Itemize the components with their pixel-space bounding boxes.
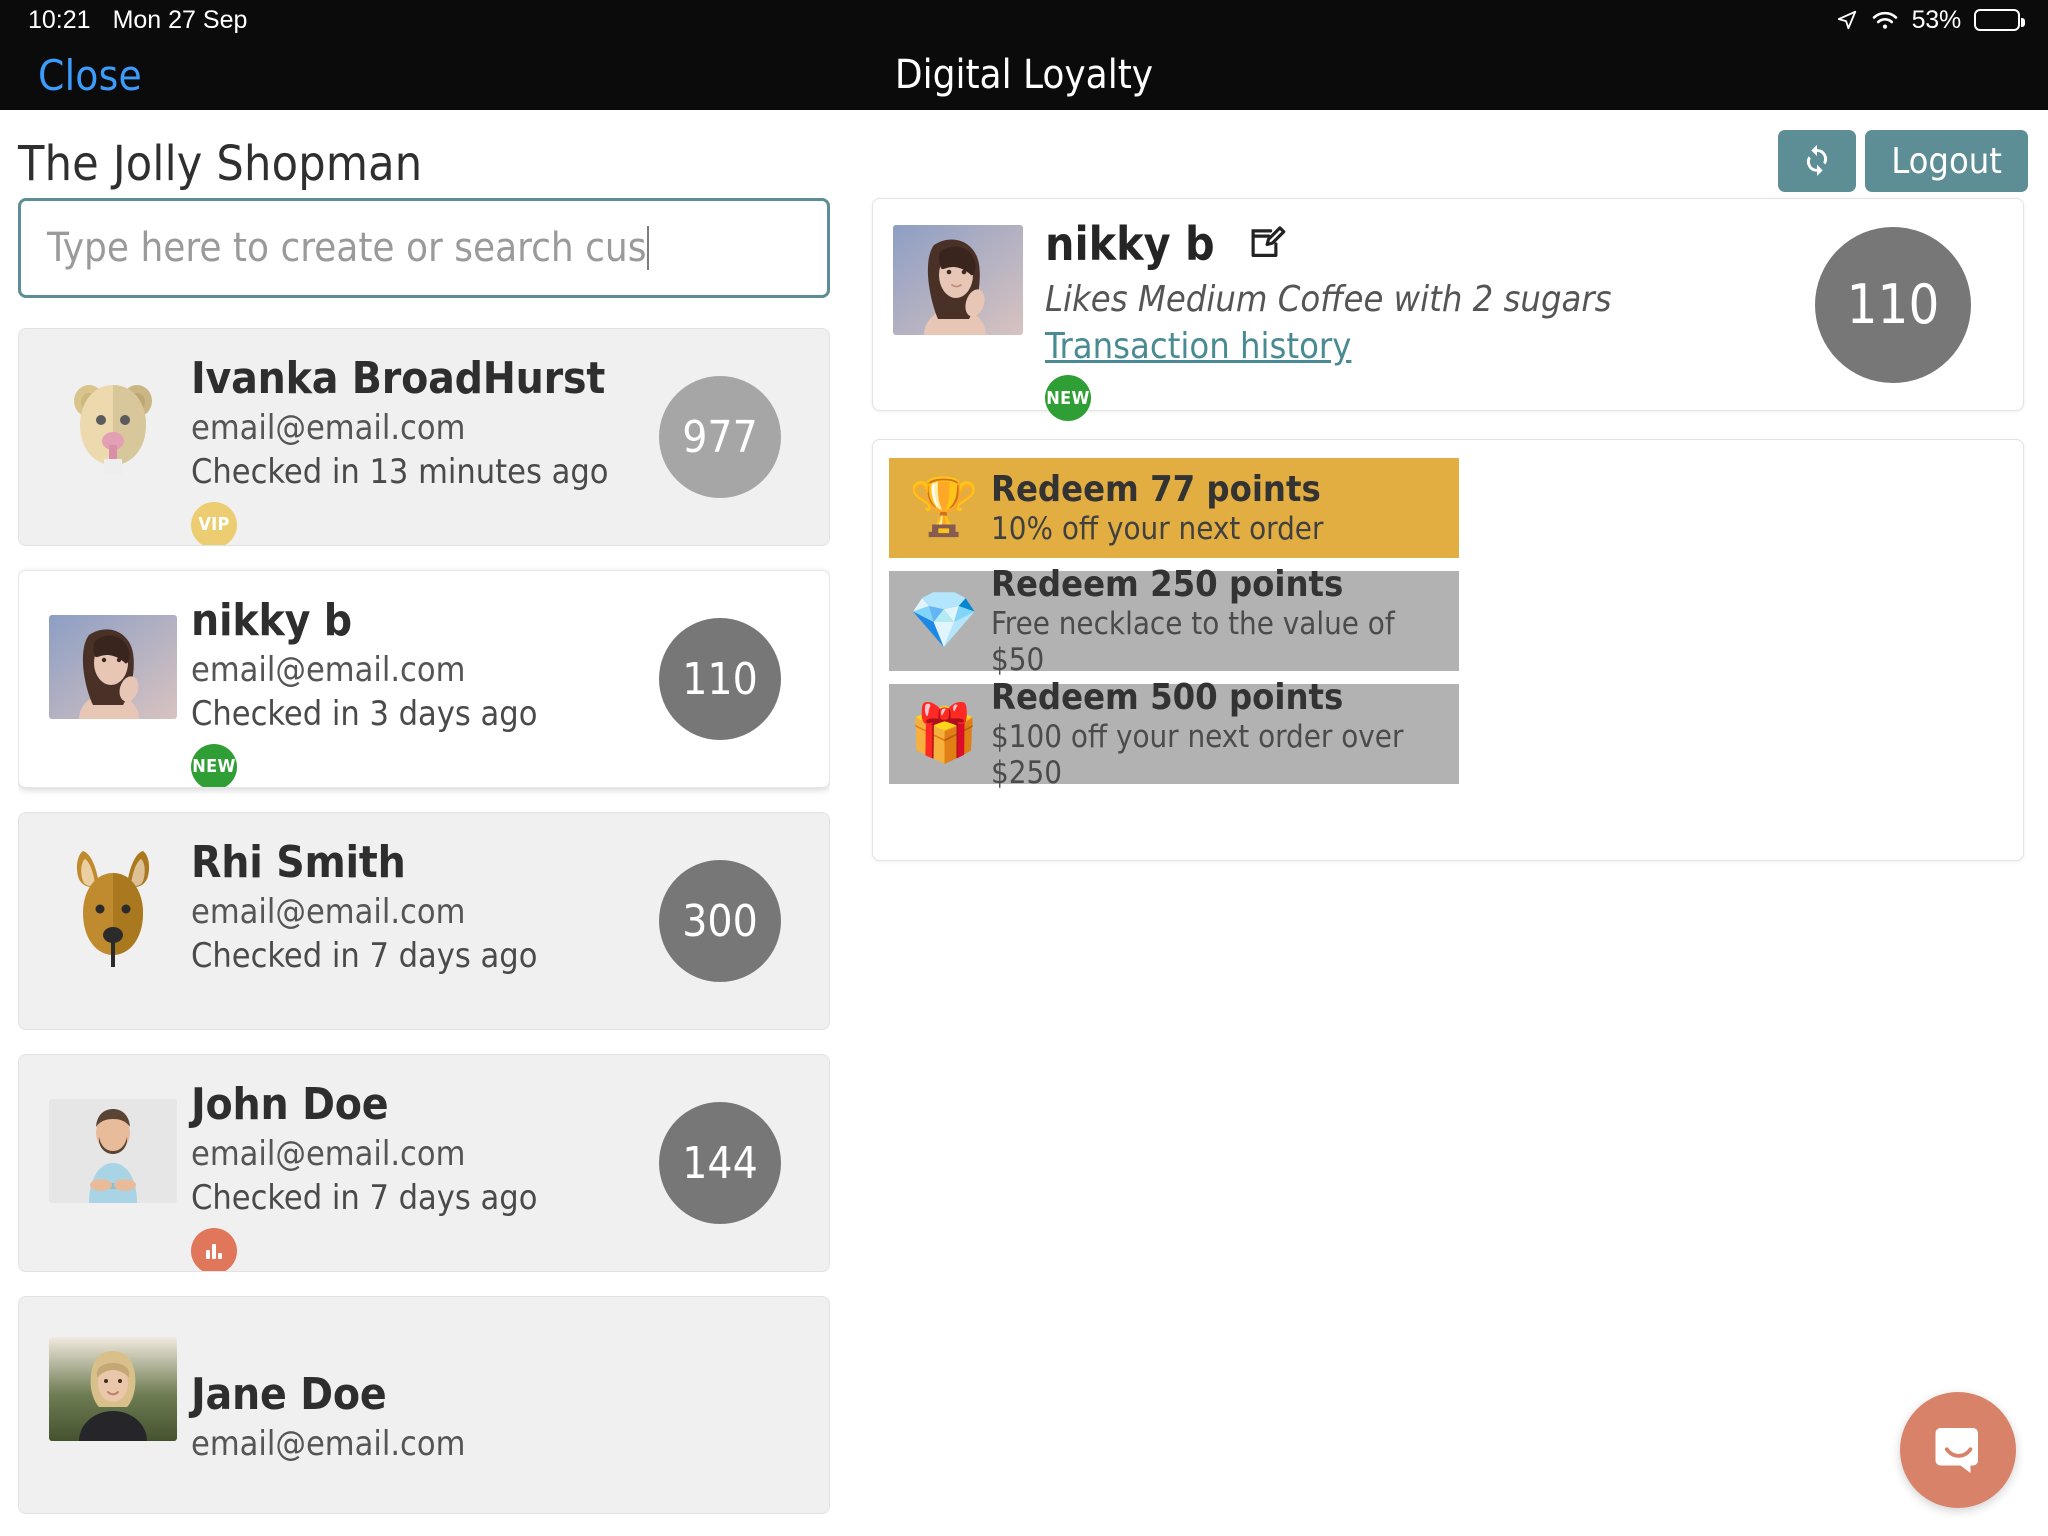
close-button[interactable]: Close [38,51,142,100]
reward-row-locked[interactable]: 💎 Redeem 250 points Free necklace to the… [889,564,1459,678]
reward-subtitle: 10% off your next order [991,511,1324,547]
customer-list: Ivanka BroadHurst email@email.com Checke… [18,328,830,1514]
customer-name: Jane Doe [191,1369,387,1420]
points-badge: 300 [659,860,781,982]
detail-customer-note: Likes Medium Coffee with 2 sugars [1045,279,1612,320]
detail-points-badge: 110 [1815,226,1971,383]
customer-info: Jane Doe email@email.com [191,1369,465,1465]
customer-list-item[interactable]: Jane Doe email@email.com [18,1296,830,1514]
detail-status-badge: NEW [1045,375,1091,421]
customer-name: Rhi Smith [191,837,406,888]
customer-info: nikky b email@email.com Checked in 3 day… [191,595,538,787]
customer-info: Rhi Smith email@email.com Checked in 7 d… [191,837,537,978]
page-title: Digital Loyalty [894,52,1154,98]
refresh-button[interactable] [1778,130,1857,192]
customer-info: John Doe email@email.com Checked in 7 da… [191,1079,538,1271]
reward-title: Redeem 500 points [991,677,1344,718]
search-placeholder-text: Type here to create or search cus [47,225,647,271]
customer-checkin: Checked in 7 days ago [191,936,538,977]
location-arrow-icon [1836,9,1858,31]
status-bar-time: 10:21 [28,5,91,34]
wifi-icon [1871,9,1899,31]
customer-detail-card: nikky b Likes Medium Coffee with 2 sugar… [872,198,2024,421]
customer-detail-body: nikky b Likes Medium Coffee with 2 sugar… [1045,217,1612,421]
reward-title: Redeem 250 points [991,564,1344,605]
search-input[interactable]: Type here to create or search cus [18,198,830,298]
customer-info: Ivanka BroadHurst email@email.com Checke… [191,353,609,545]
woman-photo-avatar [49,615,177,719]
customer-checkin: Checked in 7 days ago [191,1178,538,1219]
customer-list-item[interactable]: Ivanka BroadHurst email@email.com Checke… [18,328,830,546]
reward-subtitle: $100 off your next order over $250 [991,719,1404,791]
points-badge: 110 [659,618,781,740]
customer-checkin: Checked in 3 days ago [191,694,538,735]
gem-icon: 💎 [909,588,979,653]
status-badge: VIP [191,501,237,545]
detail-woman-photo-avatar [893,225,1023,335]
reward-title: Redeem 77 points [991,469,1321,510]
customer-name: John Doe [191,1079,389,1130]
logout-button[interactable]: Logout [1865,130,2028,192]
status-bar-right: 53% [1836,5,2025,35]
points-badge: 977 [659,376,781,498]
customer-name: nikky b [191,595,352,646]
navigation-bar: Close Digital Loyalty [0,40,2048,110]
woman-outdoor-photo-avatar [49,1337,177,1441]
header-row: The Jolly Shopman Logout [0,110,2048,202]
ios-status-bar: 10:21 Mon 27 Sep 53% [0,0,2048,40]
customer-email: email@email.com [191,891,466,932]
reward-texts: Redeem 250 points Free necklace to the v… [991,564,1439,678]
refresh-icon [1800,142,1834,180]
edit-pencil-icon[interactable] [1247,223,1289,265]
customer-name: Ivanka BroadHurst [191,353,606,404]
status-bar-left: 10:21 Mon 27 Sep [28,6,247,35]
battery-percent-label: 53% [1911,5,1962,34]
customer-list-item-selected[interactable]: nikky b email@email.com Checked in 3 day… [18,570,830,788]
kangaroo-avatar [49,843,177,975]
customer-list-item[interactable]: Rhi Smith email@email.com Checked in 7 d… [18,812,830,1030]
reward-subtitle: Free necklace to the value of $50 [991,606,1395,678]
header-actions: Logout [1778,130,2028,192]
rewards-card: 🏆 Redeem 77 points 10% off your next ord… [872,439,2024,861]
text-caret [647,226,650,270]
detail-name-row: nikky b [1045,217,1612,271]
customer-list-column: Type here to create or search cus Ivanka… [18,198,830,1536]
customer-checkin: Checked in 13 minutes ago [191,452,609,493]
points-badge: 144 [659,1102,781,1224]
reward-row-locked[interactable]: 🎁 Redeem 500 points $100 off your next o… [889,677,1459,791]
customer-email: email@email.com [191,407,466,448]
reward-texts: Redeem 77 points 10% off your next order [991,469,1323,547]
customer-detail-column: nikky b Likes Medium Coffee with 2 sugar… [872,198,2024,861]
customer-email: email@email.com [191,1423,466,1464]
man-photo-avatar [49,1099,177,1203]
status-badge: NEW [191,743,237,787]
battery-icon [1974,9,2025,31]
gift-icon: 🎁 [909,701,979,766]
customer-list-item[interactable]: John Doe email@email.com Checked in 7 da… [18,1054,830,1272]
status-bar-date: Mon 27 Sep [112,5,248,34]
shop-name-heading: The Jolly Shopman [18,136,423,192]
chat-bubble-icon [1928,1418,1988,1482]
chat-launcher-button[interactable] [1900,1392,2016,1508]
customer-email: email@email.com [191,649,466,690]
status-badge-chart-icon [191,1227,237,1271]
detail-customer-name: nikky b [1045,217,1215,271]
reward-row-available[interactable]: 🏆 Redeem 77 points 10% off your next ord… [889,458,1459,558]
beaver-avatar [49,373,177,477]
reward-texts: Redeem 500 points $100 off your next ord… [991,677,1439,791]
app-content: The Jolly Shopman Logout Type here to cr… [0,110,2048,1536]
transaction-history-link[interactable]: Transaction history [1045,326,1351,367]
trophy-icon: 🏆 [909,475,979,540]
customer-email: email@email.com [191,1133,466,1174]
